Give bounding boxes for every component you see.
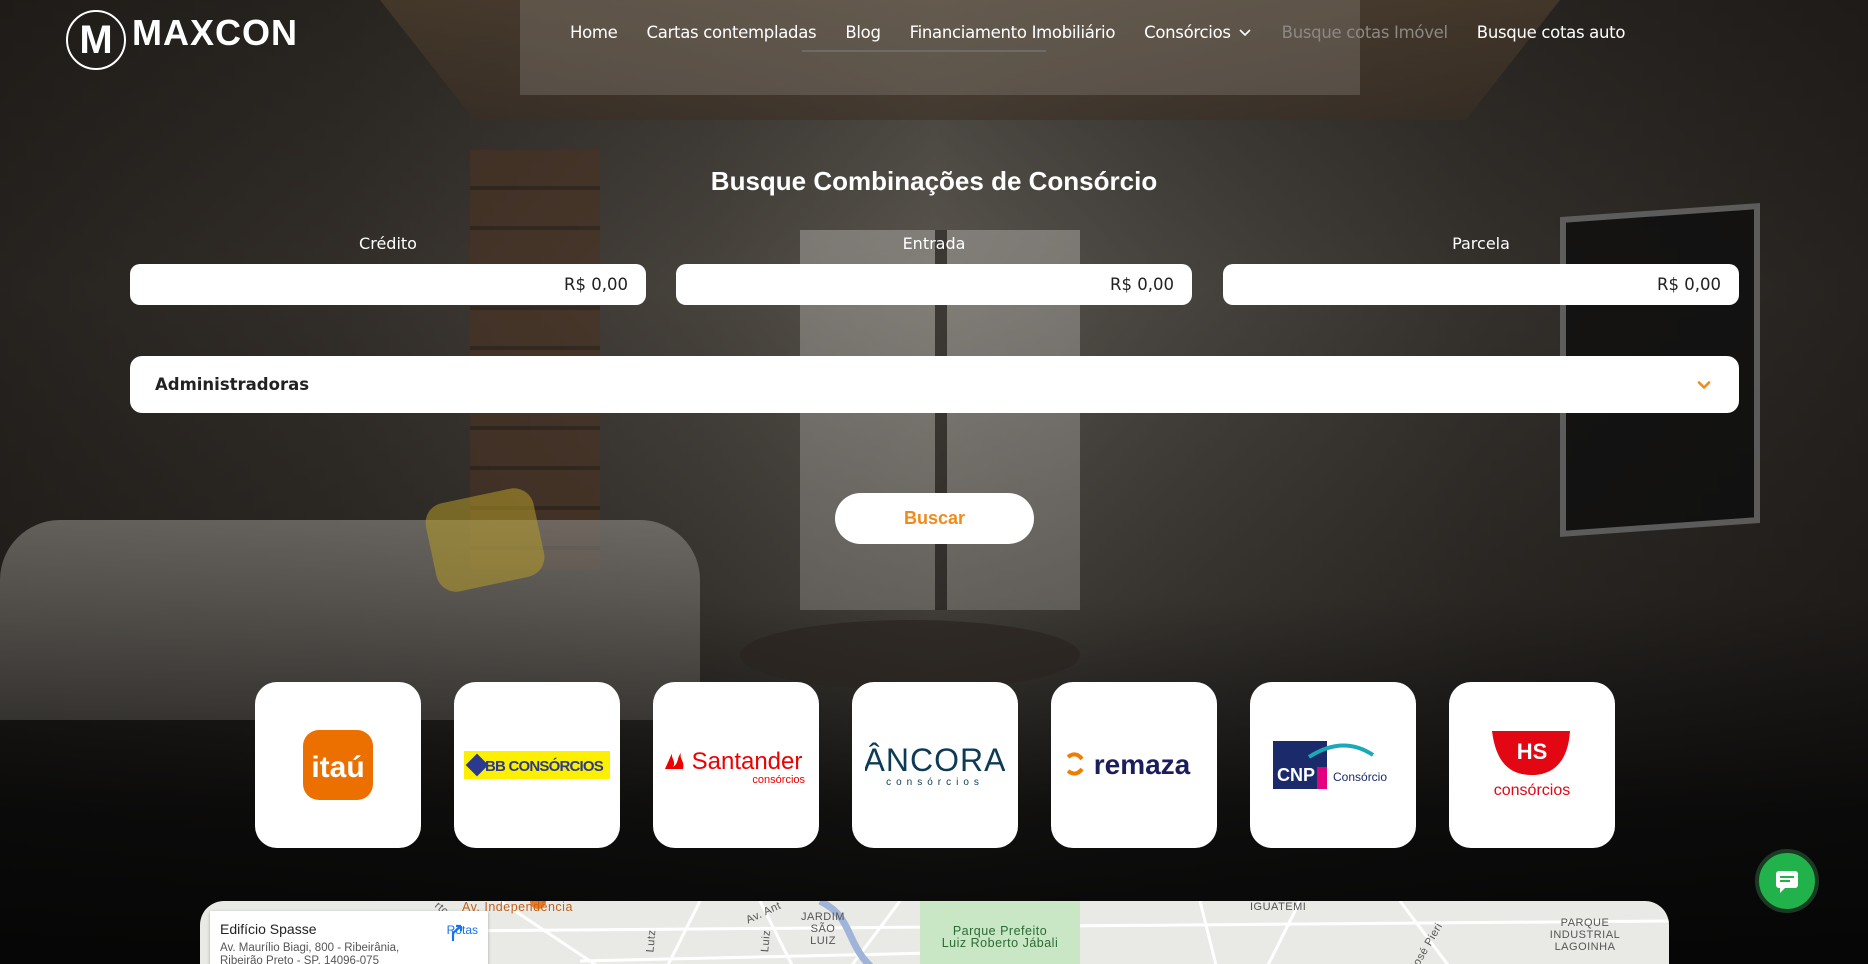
parcela-label: Parcela (1452, 234, 1510, 253)
map-label-district: JARDIM SÃO LUIZ (801, 911, 845, 947)
cnp-logo: CNP Consórcio (1273, 741, 1387, 789)
nav-consorcios-dropdown[interactable]: Consórcios (1144, 23, 1253, 42)
nav-home[interactable]: Home (570, 23, 618, 42)
admin-card-remaza[interactable]: remaza (1051, 682, 1217, 848)
santander-logo: Santander consórcios (665, 748, 805, 786)
map-label-park: Parque Prefeito Luiz Roberto Jábali (941, 924, 1059, 950)
hs-logo-text: HS (1517, 739, 1548, 764)
nav-busque-cotas-imovel[interactable]: Busque cotas Imóvel (1282, 23, 1448, 42)
santander-logo-sub: consórcios (752, 774, 805, 786)
chat-bubble-icon (1776, 871, 1798, 893)
nav-financiamento-imobiliario[interactable]: Financiamento Imobiliário (910, 23, 1116, 42)
nav-label: Cartas contempladas (646, 22, 817, 42)
entrada-label: Entrada (902, 234, 966, 253)
nav-label: Financiamento Imobiliário (909, 22, 1116, 42)
hs-logo: HS consórcios (1492, 731, 1570, 799)
chevron-down-icon (1239, 29, 1251, 37)
nav-cartas-contempladas[interactable]: Cartas contempladas (647, 23, 817, 42)
table-decor (740, 620, 1080, 690)
remaza-logo-text: remaza (1094, 749, 1191, 780)
itau-logo-text: itaú (311, 751, 364, 784)
nav-divider (802, 50, 1046, 52)
buscar-button[interactable]: Buscar (835, 493, 1034, 544)
admin-card-cnp[interactable]: CNP Consórcio (1250, 682, 1416, 848)
hs-logo-sub: consórcios (1494, 782, 1570, 799)
map-place-address: Av. Maurílio Biagi, 800 - Ribeirânia, Ri… (220, 942, 400, 964)
santander-logo-text: Santander (692, 748, 803, 775)
admin-card-itau[interactable]: itaú (255, 682, 421, 848)
remaza-logo: remaza (1066, 749, 1191, 780)
logo-mark: M (66, 10, 126, 70)
chevron-down-icon (1697, 380, 1711, 389)
nav-busque-cotas-auto[interactable]: Busque cotas auto (1476, 22, 1626, 42)
map-label-district: PARQUE INDUSTRIAL LAGOINHA (1549, 917, 1621, 953)
credito-label: Crédito (359, 234, 417, 253)
main-nav: Home Cartas contempladas Blog Financiame… (570, 20, 1654, 44)
cnp-logo-text: CNP (1277, 765, 1315, 785)
brand-logo[interactable]: M MAXCON (66, 10, 298, 70)
itau-logo: itaú (303, 730, 373, 800)
site-header: M MAXCON Home Cartas contempladas Blog F… (0, 0, 1868, 70)
entrada-input[interactable] (676, 264, 1192, 305)
admin-card-ancora[interactable]: ÂNCORA consórcios (852, 682, 1018, 848)
administradoras-select[interactable]: Administradoras (130, 356, 1739, 413)
credito-input[interactable] (130, 264, 646, 305)
logo-wordmark: MAXCON (132, 12, 298, 53)
nav-label: Busque cotas auto (1476, 22, 1626, 42)
map-label-district: IGUATEMI (1250, 901, 1307, 913)
admin-card-bb[interactable]: BB CONSÓRCIOS (454, 682, 620, 848)
parcela-input[interactable] (1223, 264, 1739, 305)
map-embed[interactable]: Av. Independência rton Roxo Av. Ant JARD… (200, 901, 1669, 964)
administradoras-logos: itaú BB CONSÓRCIOS Santander consórcios … (255, 682, 1615, 848)
map-route-button[interactable]: Rotas (447, 923, 478, 941)
ancora-logo: ÂNCORA consórcios (865, 742, 1005, 788)
bb-logo-text: BB CONSÓRCIOS (485, 757, 604, 775)
map-place-title: Edifício Spasse (220, 921, 317, 937)
ancora-logo-text: ÂNCORA (865, 742, 1005, 778)
directions-icon (451, 924, 462, 941)
nav-label: Busque cotas Imóvel (1281, 22, 1448, 42)
admin-card-santander[interactable]: Santander consórcios (653, 682, 819, 848)
cnp-logo-sub: Consórcio (1333, 770, 1387, 784)
nav-blog[interactable]: Blog (845, 22, 881, 42)
nav-label: Blog (845, 22, 881, 42)
map-label-street: Lutz (644, 929, 659, 953)
ancora-logo-sub: consórcios (886, 777, 984, 788)
admin-card-hs[interactable]: HS consórcios (1449, 682, 1615, 848)
nav-label: Consórcios (1144, 22, 1231, 42)
logo-letter: M (79, 17, 113, 62)
search-title: Busque Combinações de Consórcio (710, 166, 1158, 196)
administradoras-label: Administradoras (155, 375, 310, 394)
chat-button[interactable] (1755, 849, 1819, 913)
map-place-card: Edifício Spasse Av. Maurílio Biagi, 800 … (210, 911, 488, 964)
bb-logo: BB CONSÓRCIOS (464, 751, 610, 779)
map-label-street: Luiz (759, 929, 774, 953)
nav-label: Home (570, 22, 618, 42)
